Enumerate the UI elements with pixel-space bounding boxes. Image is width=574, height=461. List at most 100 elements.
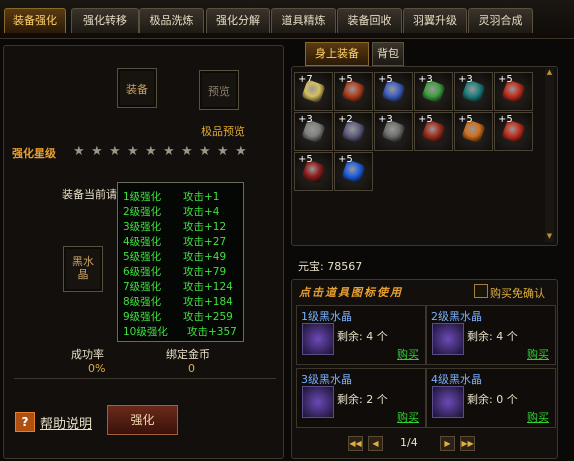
medal-icon[interactable]: +5	[374, 72, 413, 111]
enhance-level-badge: +3	[298, 114, 313, 125]
enhance-level-badge: +3	[458, 74, 473, 85]
shop-item: 4级黑水晶 剩余: 0 个 购买	[426, 368, 556, 428]
enhance-level-badge: +7	[298, 74, 313, 85]
ring-icon[interactable]: +3	[454, 72, 493, 111]
star-icon: ★	[109, 144, 121, 159]
help-icon[interactable]: ?	[15, 412, 35, 432]
star-icon: ★	[163, 144, 175, 159]
shop-item: 1级黑水晶 剩余: 4 个 购买	[296, 305, 426, 365]
buy-confirm-checkbox[interactable]	[474, 284, 488, 298]
preview-slot[interactable]: 预览	[199, 70, 239, 110]
shop-item: 3级黑水晶 剩余: 2 个 购买	[296, 368, 426, 428]
enhance-level-badge: +5	[458, 114, 473, 125]
gem-icon[interactable]: +5	[454, 112, 493, 151]
enhance-level-badge: +5	[498, 74, 513, 85]
tab-wing-upgrade[interactable]: 羽翼升级	[403, 8, 467, 33]
currency-label: 元宝:	[298, 260, 324, 273]
star-icon: ★	[235, 144, 247, 159]
enhance-button[interactable]: 强化	[107, 405, 178, 435]
black-crystal-slot[interactable]: 黑水晶	[63, 246, 103, 292]
divider	[14, 378, 276, 379]
enhance-level-badge: +3	[418, 74, 433, 85]
shop-item-remaining: 剩余: 4 个	[467, 330, 518, 343]
bracelet-icon[interactable]: +5	[334, 72, 373, 111]
buy-button[interactable]: 购买	[397, 346, 419, 362]
star-icon: ★	[181, 144, 193, 159]
tab-worn-equipment[interactable]: 身上装备	[305, 42, 369, 66]
enhance-level-badge: +5	[338, 154, 353, 165]
enhance-level-badge: +5	[298, 154, 313, 165]
black-crystal-icon[interactable]	[432, 386, 464, 418]
tab-equip-recycle[interactable]: 装备回收	[337, 8, 402, 33]
helmet-icon[interactable]: +3	[294, 112, 333, 151]
star-icon: ★	[127, 144, 139, 159]
currency-value: 78567	[327, 260, 363, 273]
prev-page-icon[interactable]: ◀	[368, 436, 383, 451]
help-link[interactable]: 帮助说明	[40, 413, 92, 432]
star-icon: ★	[199, 144, 211, 159]
shop-item-name: 3级黑水晶	[301, 373, 352, 386]
ring-icon[interactable]: +5	[494, 72, 533, 111]
shop-item-name: 4级黑水晶	[431, 373, 482, 386]
necklace-icon[interactable]: +7	[294, 72, 333, 111]
enhance-level-tooltip: 1级强化 攻击+1 2级强化 攻击+4 3级强化 攻击+12 4级强化 攻击+27 5级…	[117, 182, 244, 342]
black-crystal-icon[interactable]	[302, 323, 334, 355]
tab-enhance-decompose[interactable]: 强化分解	[206, 8, 270, 33]
enhance-level-badge: +5	[418, 114, 433, 125]
success-rate-label: 成功率	[71, 348, 104, 361]
buy-button[interactable]: 购买	[527, 346, 549, 362]
premium-preview-link[interactable]: 极品预览	[201, 123, 245, 139]
enhance-level-badge: +3	[378, 114, 393, 125]
success-rate-value: 0%	[88, 362, 106, 375]
tab-equip-enhance[interactable]: 装备强化	[4, 8, 66, 33]
wings-icon[interactable]: +5	[494, 112, 533, 151]
black-crystal-icon[interactable]	[302, 386, 334, 418]
tab-premium-reforge[interactable]: 极品洗炼	[139, 8, 204, 33]
enhance-level-badge: +2	[338, 114, 353, 125]
buy-button[interactable]: 购买	[527, 409, 549, 425]
tab-backpack[interactable]: 背包	[372, 42, 404, 66]
bound-gold-value: 0	[188, 362, 195, 375]
enhance-level-badge: +5	[378, 74, 393, 85]
first-page-icon[interactable]: ◀◀	[348, 436, 363, 451]
enhance-level-badge: +5	[498, 114, 513, 125]
shop-item-remaining: 剩余: 2 个	[337, 393, 388, 406]
tab-feather-synthesis[interactable]: 灵羽合成	[468, 8, 533, 33]
bound-gold-label: 绑定金币	[166, 348, 210, 361]
current-attr-label: 装备当前请	[62, 188, 117, 201]
enhance-level-badge: +5	[338, 74, 353, 85]
scrollbar[interactable]: ▲ ▼	[545, 68, 554, 242]
buy-button[interactable]: 购买	[397, 409, 419, 425]
ring-icon[interactable]: +3	[414, 72, 453, 111]
star-icon: ★	[91, 144, 103, 159]
tab-item-refine[interactable]: 道具精炼	[271, 8, 336, 33]
star-icon: ★	[145, 144, 157, 159]
star-icon: ★	[217, 144, 229, 159]
boots-icon[interactable]: +2	[334, 112, 373, 151]
crystal-icon[interactable]: +5	[334, 152, 373, 191]
star-level-label: 强化星级	[12, 147, 56, 160]
shop-hint: 点击道具图标使用	[299, 286, 403, 299]
scroll-down-icon[interactable]: ▼	[545, 232, 554, 240]
shop-item-remaining: 剩余: 4 个	[337, 330, 388, 343]
shield-icon[interactable]: +5	[294, 152, 333, 191]
tab-enhance-transfer[interactable]: 强化转移	[71, 8, 139, 33]
armor-icon[interactable]: +3	[374, 112, 413, 151]
shop-item-remaining: 剩余: 0 个	[467, 393, 518, 406]
shop-item-name: 1级黑水晶	[301, 310, 352, 323]
equip-slot[interactable]: 装备	[117, 68, 157, 108]
last-page-icon[interactable]: ▶▶	[460, 436, 475, 451]
buy-confirm-label: 购买免确认	[490, 287, 545, 300]
shop-item: 2级黑水晶 剩余: 4 个 购买	[426, 305, 556, 365]
next-page-icon[interactable]: ▶	[440, 436, 455, 451]
shop-item-name: 2级黑水晶	[431, 310, 482, 323]
black-crystal-label: 黑水晶	[72, 255, 94, 281]
scroll-up-icon[interactable]: ▲	[545, 68, 554, 76]
black-crystal-icon[interactable]	[432, 323, 464, 355]
preview-slot-label: 预览	[208, 85, 230, 98]
equip-slot-label: 装备	[126, 83, 148, 96]
star-icon: ★	[73, 144, 85, 159]
tab-bar: 装备强化 强化转移 极品洗炼 强化分解 道具精炼 装备回收 羽翼升级 灵羽合成	[0, 0, 574, 39]
currency-display: 元宝: 78567	[298, 258, 362, 274]
weapon-icon[interactable]: +5	[414, 112, 453, 151]
